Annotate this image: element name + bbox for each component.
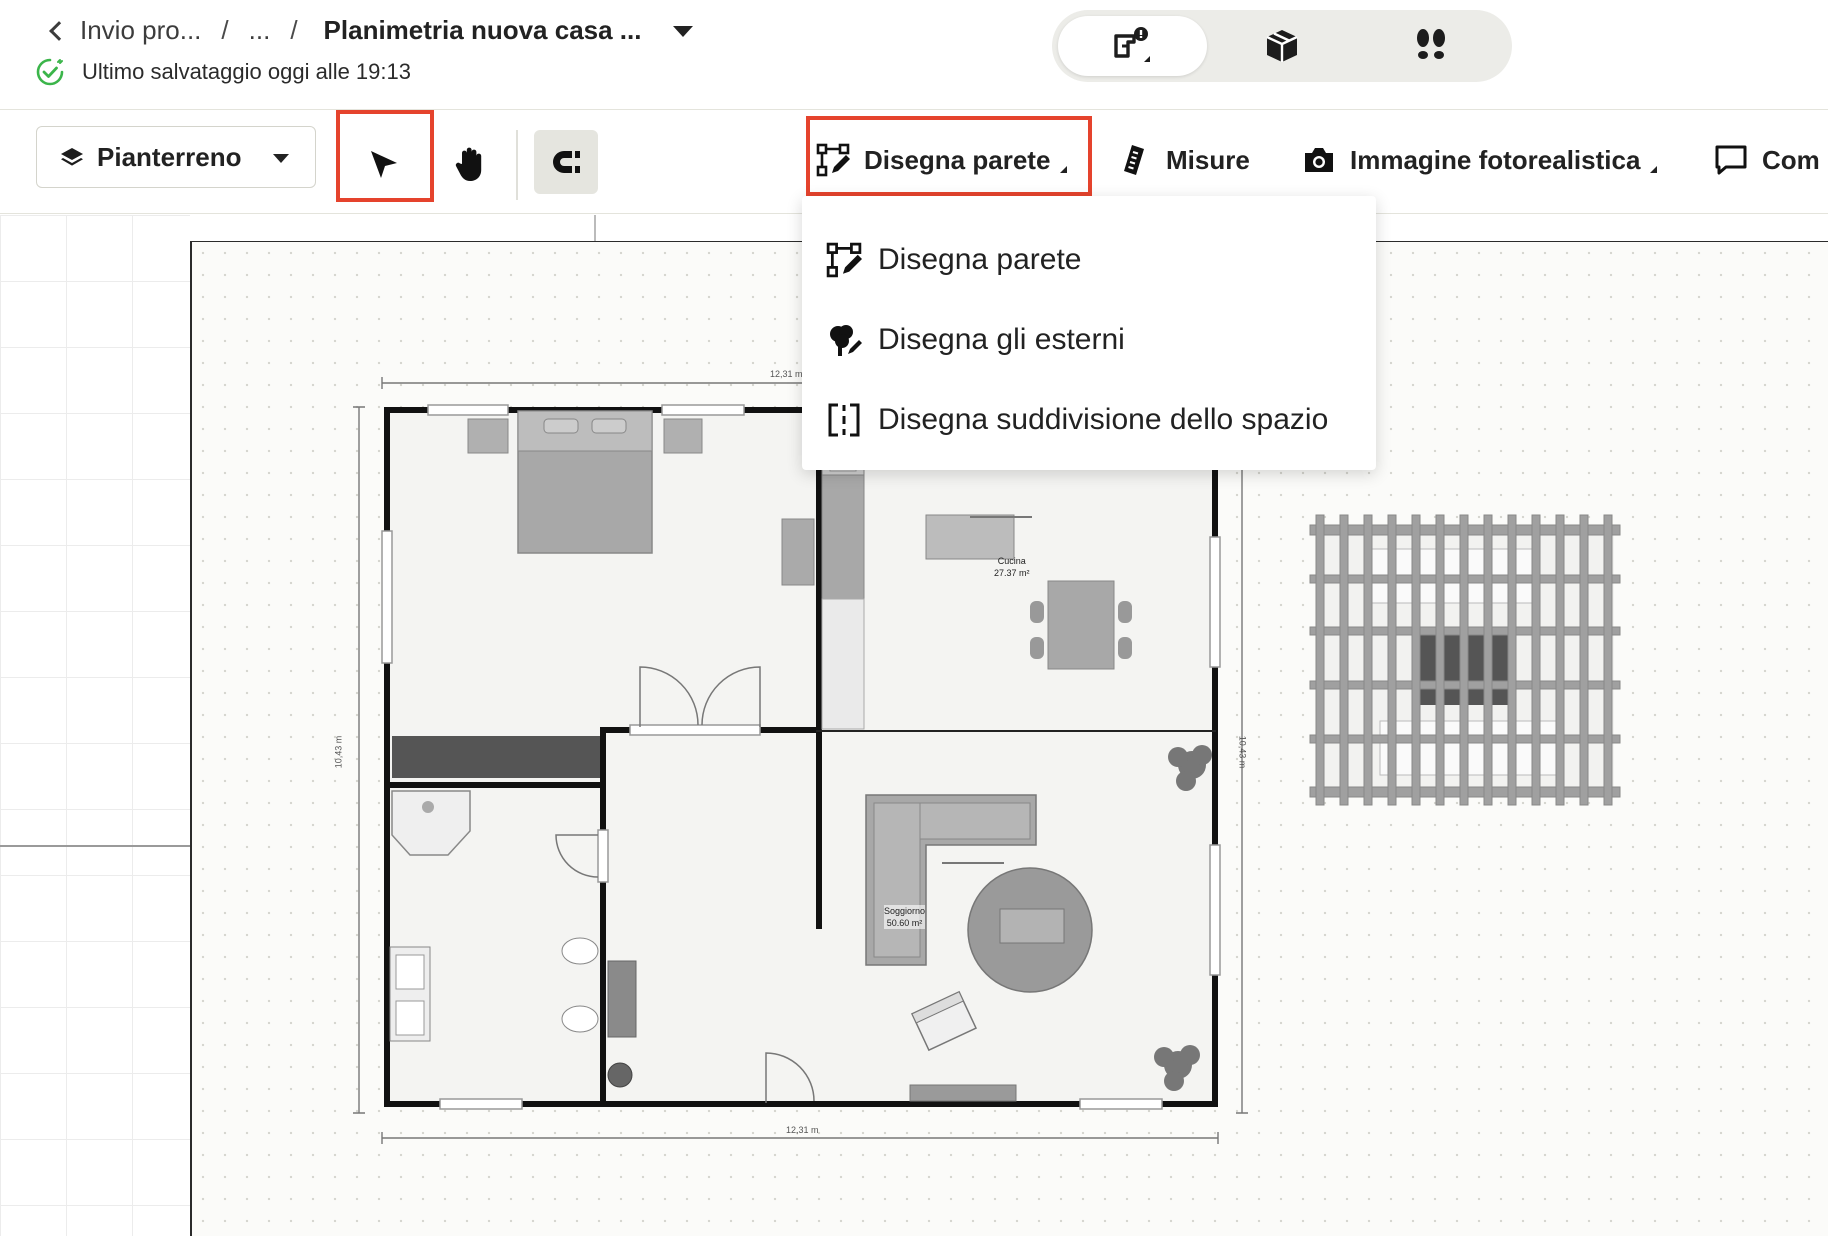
space-divider-icon	[828, 403, 860, 437]
chevron-left-icon	[49, 21, 69, 41]
select-tool-button[interactable]	[344, 128, 422, 200]
dim-label-left: 10,43 m	[333, 735, 344, 769]
measures-button[interactable]: Misure	[1122, 130, 1250, 190]
draw-wall-icon	[826, 242, 862, 278]
top-header: Invio pro... / ... / Planimetria nuova c…	[0, 0, 1828, 110]
breadcrumb: Invio pro... / ... / Planimetria nuova c…	[49, 10, 694, 50]
bathroom-sink	[389, 946, 431, 1042]
pergola	[1309, 514, 1621, 806]
chevron-down-icon[interactable]	[673, 25, 694, 37]
nightstand	[467, 418, 509, 454]
app-window: Invio pro... / ... / Planimetria nuova c…	[0, 0, 1828, 1236]
breadcrumb-separator: /	[290, 14, 298, 45]
level-select[interactable]: Pianterreno	[36, 126, 316, 188]
draw-wall-label: Disegna parete	[864, 144, 1051, 175]
photorealistic-image-label: Immagine fotorealistica	[1350, 144, 1641, 175]
menu-item-draw-wall[interactable]: Disegna parete	[802, 220, 1376, 300]
measures-label: Misure	[1166, 144, 1250, 175]
tv-console	[909, 1084, 1017, 1102]
menu-item-label: Disegna suddivisione dello spazio	[878, 403, 1329, 436]
room-label-living[interactable]: Soggiorno 50.60 m²	[884, 905, 926, 929]
dim-label-right: 10,43 m	[1237, 735, 1248, 769]
submenu-indicator-icon	[1650, 165, 1658, 173]
project-title[interactable]: Planimetria nuova casa ...	[324, 15, 642, 46]
comment-icon	[1715, 145, 1747, 175]
room-name: Soggiorno	[884, 906, 926, 916]
toilet	[561, 1005, 599, 1033]
view-mode-switch	[1052, 10, 1512, 82]
3d-box-icon	[1266, 30, 1298, 62]
photorealistic-image-button[interactable]: Immagine fotorealistica	[1302, 130, 1658, 190]
dim-label-top: 12,31 m	[770, 369, 803, 379]
bed	[517, 410, 653, 554]
view-2d-button[interactable]	[1058, 16, 1208, 76]
menu-item-draw-outdoor[interactable]: Disegna gli esterni	[802, 300, 1376, 380]
camera-icon	[1305, 148, 1333, 172]
room-label-kitchen[interactable]: Cucina 27.37 m²	[994, 555, 1030, 579]
cabinet	[607, 960, 637, 1038]
submenu-indicator-icon	[1060, 165, 1068, 173]
bidet	[561, 937, 599, 965]
breadcrumb-separator: /	[221, 14, 229, 45]
save-status-text: Ultimo salvataggio oggi alle 19:13	[82, 59, 411, 84]
menu-item-label: Disegna gli esterni	[878, 323, 1125, 356]
draw-wall-icon	[816, 143, 850, 177]
dim-line-left	[353, 406, 365, 1114]
check-circle-icon	[36, 58, 64, 86]
pan-tool-button[interactable]	[440, 128, 502, 200]
comment-label: Com	[1762, 144, 1820, 175]
snap-toggle-button[interactable]	[534, 130, 598, 194]
draw-outdoor-icon	[830, 325, 862, 356]
arrow-cursor-icon	[371, 151, 397, 178]
toolbar-divider	[516, 130, 518, 200]
footsteps-icon	[1417, 29, 1446, 59]
2d-plan-icon	[1113, 27, 1150, 62]
drain	[607, 1062, 633, 1088]
draw-wall-dropdown: Disegna parete Disegna gli esterni Diseg…	[802, 196, 1376, 470]
layers-icon	[61, 148, 83, 166]
chevron-down-icon	[273, 154, 289, 163]
hand-icon	[455, 147, 482, 181]
dim-label-bottom: 12,31 m	[786, 1125, 819, 1135]
room-area: 27.37 m²	[994, 568, 1030, 578]
draw-wall-button[interactable]: Disegna parete	[816, 130, 1068, 190]
ruler-icon	[1124, 145, 1144, 175]
menu-item-space-divider[interactable]: Disegna suddivisione dello spazio	[802, 380, 1376, 460]
view-3d-button[interactable]	[1207, 16, 1356, 76]
kitchen-island	[925, 514, 1015, 560]
level-select-label: Pianterreno	[97, 141, 242, 172]
comment-button[interactable]: Com	[1714, 130, 1820, 190]
breadcrumb-ellipsis[interactable]: ...	[249, 15, 271, 46]
wardrobe	[392, 736, 600, 778]
back-link-label: Invio pro...	[80, 14, 202, 45]
desk	[781, 518, 815, 586]
menu-item-label: Disegna parete	[878, 243, 1082, 276]
coffee-table	[999, 908, 1065, 944]
back-link[interactable]: Invio pro...	[49, 14, 202, 46]
room-area: 50.60 m²	[886, 918, 923, 928]
nightstand	[663, 418, 703, 454]
room-name: Cucina	[997, 556, 1026, 566]
save-status: Ultimo salvataggio oggi alle 19:13	[36, 58, 411, 86]
magnet-icon	[553, 151, 580, 173]
view-walkthrough-button[interactable]	[1357, 16, 1506, 76]
